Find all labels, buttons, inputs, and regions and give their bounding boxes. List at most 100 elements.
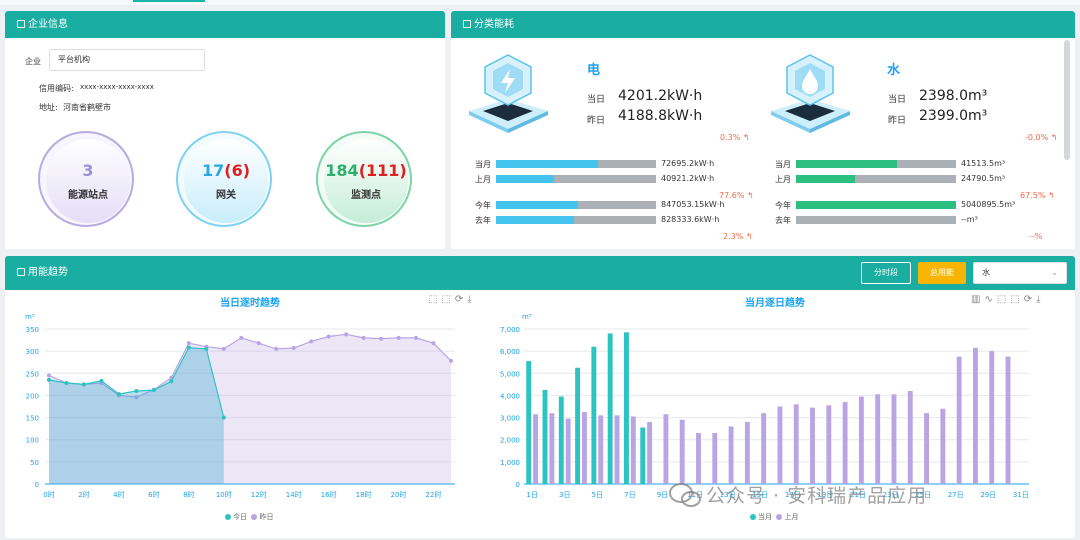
hourly-chart: m³ 0 50 100 150 200 250 300 350 0时 2时 4时 6时 8时 10时 12时 1…: [25, 313, 455, 499]
electric-yesterday-value: 4188.8kW·h: [618, 108, 703, 124]
company-label: 企业: [25, 57, 41, 66]
x-tick-label: 10时: [216, 490, 232, 499]
trend-arrow-icon: ↰: [1047, 191, 1055, 200]
refresh-icon[interactable]: ⟳: [1024, 294, 1036, 305]
download-icon[interactable]: ⤓: [467, 294, 475, 305]
electric-day-change: 0.3%: [720, 133, 741, 142]
x-tick-label: 1日: [526, 491, 537, 499]
thismonth-bar: [542, 389, 548, 484]
yesterday-point: [449, 358, 453, 363]
x-tick-label: 6时: [148, 490, 159, 499]
energy-trend-title: 用能趋势: [28, 267, 68, 278]
electric-year-change: 2.3%: [723, 232, 744, 241]
electric-today-label: 当日: [587, 95, 606, 105]
yesterday-point: [396, 335, 401, 340]
download-icon[interactable]: ⤓: [1036, 294, 1044, 305]
zoom-icon[interactable]: ⬚: [428, 294, 441, 305]
water-lastmonth-label: 上月: [775, 175, 791, 184]
lastmonth-bar: [761, 413, 767, 484]
today-point: [221, 415, 226, 420]
yesterday-point: [221, 346, 226, 351]
today-point: [169, 379, 174, 384]
chart-toolbox-2[interactable]: ▥∿⬚⬚⟳⤓: [971, 294, 1045, 305]
water-year-value: 5040895.5m³: [961, 200, 1016, 209]
today-point: [64, 381, 69, 386]
lastmonth-bar: [972, 347, 978, 484]
lastmonth-bar: [598, 415, 604, 484]
water-month-label: 当月: [775, 160, 791, 169]
daily-chart-title: 当月逐日趋势: [745, 298, 805, 309]
lastmonth-bar: [875, 394, 881, 484]
water-icon: [771, 54, 850, 133]
zoom-reset-icon[interactable]: ⬚: [441, 294, 454, 305]
lastmonth-bar: [777, 406, 783, 484]
period-button[interactable]: 分时段: [861, 262, 911, 284]
chart-toolbox-1[interactable]: ⬚⬚⟳⤓: [428, 294, 476, 305]
legend-thismonth-marker: [750, 514, 756, 520]
hourly-chart-title: 当日逐时趋势: [220, 298, 280, 309]
y-tick-label: 0: [516, 481, 520, 489]
x-tick-label: 31日: [1013, 491, 1029, 499]
electric-year-label: 今年: [475, 201, 491, 210]
lastmonth-bar: [940, 408, 946, 484]
refresh-icon[interactable]: ⟳: [455, 294, 467, 305]
yesterday-point: [274, 346, 279, 351]
x-tick-label: 29日: [980, 491, 996, 499]
total-energy-button[interactable]: 总用能: [918, 262, 966, 284]
legend-today-label[interactable]: 今日: [233, 513, 247, 521]
today-area: [49, 347, 224, 484]
energy-type-select[interactable]: 水 ⌄: [973, 262, 1067, 284]
active-tab-indicator[interactable]: [133, 0, 205, 2]
yesterday-point: [344, 332, 349, 337]
y-tick-label: 2,000: [500, 437, 520, 445]
y-tick-label: 200: [26, 392, 39, 400]
wechat-icon: [669, 483, 701, 507]
electric-month-value: 72695.2kW·h: [661, 159, 715, 168]
lastmonth-bar: [533, 414, 539, 484]
y-axis-unit: m³: [522, 313, 532, 321]
water-month-value: 41513.5m³: [961, 159, 1006, 168]
water-title: 水: [887, 63, 901, 78]
daily-legend: 当月 上月: [750, 512, 798, 522]
zoom-reset-icon[interactable]: ⬚: [1010, 294, 1023, 305]
yesterday-point: [361, 335, 366, 340]
water-yesterday-value: 2399.0m³: [919, 108, 988, 124]
legend-lastmonth-label[interactable]: 上月: [784, 513, 798, 521]
electric-year-bar: [496, 201, 656, 209]
y-tick-label: 1,000: [500, 459, 520, 467]
energy-trend-header: 用能趋势: [5, 256, 1075, 290]
x-tick-label: 18时: [356, 490, 372, 499]
lastmonth-bar: [728, 426, 734, 484]
legend-thismonth-label[interactable]: 当月: [758, 513, 772, 521]
lastmonth-bar: [614, 415, 620, 484]
legend-today-marker: [225, 514, 231, 520]
electric-lastmonth-bar: [496, 175, 656, 183]
today-point: [47, 377, 51, 382]
lastmonth-bar: [989, 351, 995, 484]
lastmonth-bar: [826, 405, 832, 484]
zoom-icon[interactable]: ⬚: [997, 294, 1010, 305]
line-chart-icon[interactable]: ∿: [984, 294, 996, 305]
electric-yesterday-label: 昨日: [587, 116, 606, 126]
company-info-header: 企业信息: [5, 11, 445, 38]
company-info-panel: 企业信息 企业 平台机构 信用编码: xxxx-xxxx-xxxx-xxxx 地…: [5, 11, 445, 249]
lastmonth-bar: [1005, 356, 1011, 484]
electric-year-value: 847053.15kW·h: [661, 200, 725, 209]
y-axis-unit: m³: [25, 313, 35, 321]
x-tick-label: 9日: [657, 491, 668, 499]
electric-today-value: 4201.2kW·h: [618, 88, 703, 104]
company-input[interactable]: 平台机构: [49, 49, 205, 71]
energy-panel-scrollbar[interactable]: [1064, 40, 1070, 160]
water-today-label: 当日: [888, 95, 907, 105]
y-tick-label: 250: [26, 370, 39, 378]
energy-category-header: 分类能耗: [451, 11, 1075, 38]
y-tick-label: 4,000: [500, 392, 520, 400]
bar-chart-icon[interactable]: ▥: [971, 294, 984, 305]
today-point: [116, 392, 121, 397]
yesterday-point: [291, 346, 296, 351]
stat-energy-stations: 3 能源站点: [38, 131, 134, 227]
legend-yesterday-label[interactable]: 昨日: [259, 513, 273, 521]
water-month-change: 67.5%: [1020, 191, 1046, 200]
x-tick-label: 7日: [624, 491, 635, 499]
yesterday-point: [186, 341, 191, 346]
